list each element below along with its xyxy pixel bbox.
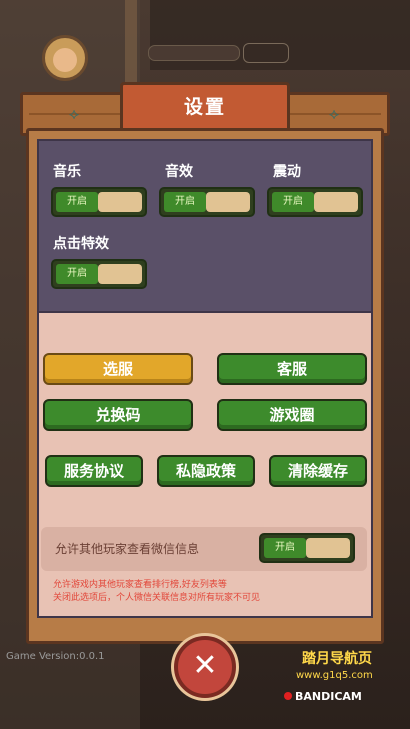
toggle-knob xyxy=(98,264,142,284)
click-effect-label: 点击特效 xyxy=(53,236,109,252)
toggle-state: 开启 xyxy=(264,538,306,558)
click-effect-toggle[interactable]: 开启 xyxy=(51,259,147,289)
wechat-visibility-toggle[interactable]: 开启 xyxy=(259,533,355,563)
account-options-section: 选服 客服 兑换码 游戏圈 服务协议 私隐政策 清除缓存 允许其他玩家查看微信信… xyxy=(37,313,373,618)
privacy-note-line1: 允许游戏内其他玩家查看排行榜,好友列表等 xyxy=(53,580,227,590)
toggle-state: 开启 xyxy=(272,192,314,212)
music-toggle[interactable]: 开启 xyxy=(51,187,147,217)
toggle-knob xyxy=(98,192,142,212)
recorder-label: BANDICAM xyxy=(295,690,362,703)
player-avatar[interactable] xyxy=(42,35,88,81)
sound-effect-label: 音效 xyxy=(165,164,193,180)
record-dot-icon xyxy=(284,692,292,700)
hud-bar xyxy=(148,45,240,61)
toggle-state: 开启 xyxy=(56,264,98,284)
avatar-face xyxy=(53,48,77,72)
panel-title: 设置 xyxy=(120,82,290,132)
panel-frame: 音乐 开启 音效 开启 震动 开启 点击特效 开启 选服 客服 兑换码 游戏圈 … xyxy=(26,128,384,644)
settings-panel: ⟡ ⟡ 设置 音乐 开启 音效 开启 震动 开启 点击特效 开启 选服 客服 兑… xyxy=(20,82,390,654)
toggle-knob xyxy=(206,192,250,212)
clear-cache-button[interactable]: 清除缓存 xyxy=(269,455,367,487)
service-agreement-button[interactable]: 服务协议 xyxy=(45,455,143,487)
watermark-url: www.g1q5.com xyxy=(296,670,373,681)
hud-button[interactable] xyxy=(243,43,289,63)
close-icon: ✕ xyxy=(192,648,218,683)
toggle-knob xyxy=(314,192,358,212)
close-button[interactable]: ✕ xyxy=(174,636,236,698)
game-circle-button[interactable]: 游戏圈 xyxy=(217,399,367,431)
watermark-brand: 踏月导航页 xyxy=(302,651,372,667)
select-server-button[interactable]: 选服 xyxy=(43,353,193,385)
fish-icon: ⟡ xyxy=(328,104,340,123)
fish-icon: ⟡ xyxy=(68,104,80,123)
toggle-state: 开启 xyxy=(164,192,206,212)
redeem-code-button[interactable]: 兑换码 xyxy=(43,399,193,431)
wechat-visibility-label: 允许其他玩家查看微信信息 xyxy=(55,542,200,556)
toggle-state: 开启 xyxy=(56,192,98,212)
music-label: 音乐 xyxy=(53,164,81,180)
recorder-watermark: BANDICAM xyxy=(284,690,362,703)
wechat-visibility-row: 允许其他玩家查看微信信息 开启 xyxy=(41,527,367,571)
toggle-knob xyxy=(306,538,350,558)
privacy-policy-button[interactable]: 私隐政策 xyxy=(157,455,255,487)
sound-effect-toggle[interactable]: 开启 xyxy=(159,187,255,217)
privacy-note-line2: 关闭此选项后，个人微信关联信息对所有玩家不可见 xyxy=(53,593,261,603)
game-version: Game Version:0.0.1 xyxy=(6,651,105,662)
sound-settings-section: 音乐 开启 音效 开启 震动 开启 点击特效 开启 xyxy=(37,139,373,313)
vibration-toggle[interactable]: 开启 xyxy=(267,187,363,217)
vibration-label: 震动 xyxy=(273,164,301,180)
customer-service-button[interactable]: 客服 xyxy=(217,353,367,385)
